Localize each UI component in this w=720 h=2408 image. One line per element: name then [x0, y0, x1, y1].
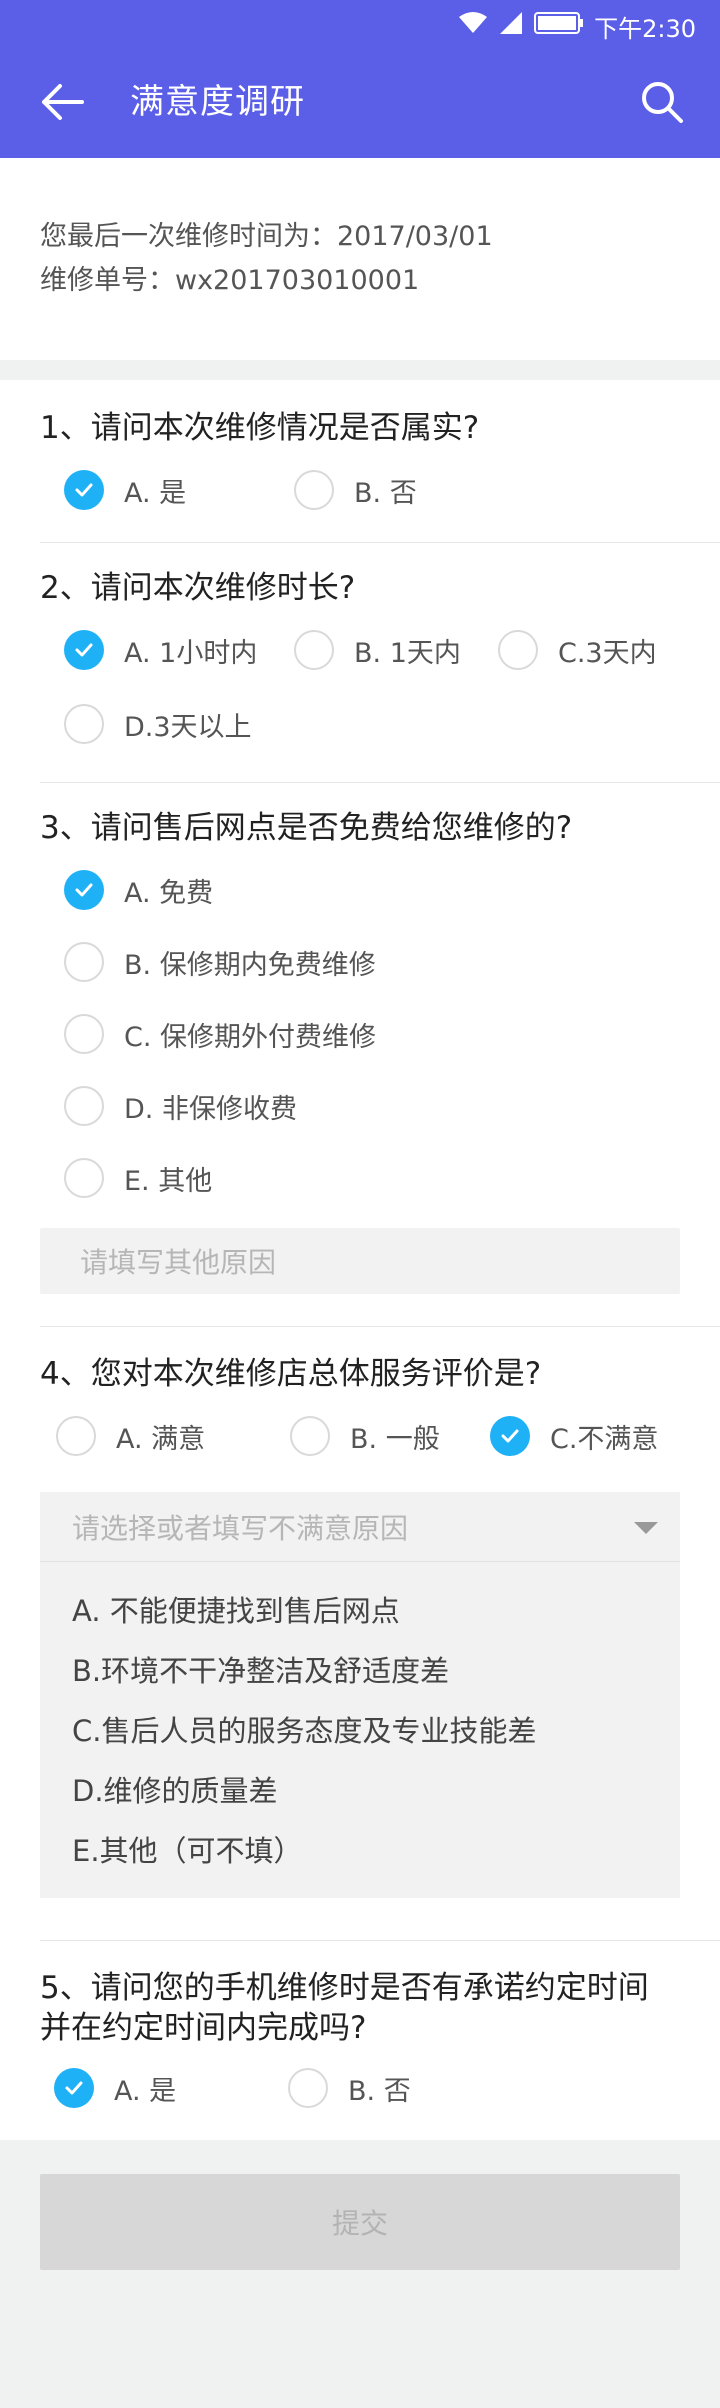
check-icon — [64, 470, 104, 510]
question-1-title: 1、请问本次维修情况是否属实? — [40, 410, 480, 446]
option-label: A. 是 — [114, 2075, 177, 2107]
check-icon — [54, 2068, 94, 2108]
q3-option-d[interactable]: D. 非保修收费 — [64, 1086, 297, 1126]
option-label: B. 保修期内免费维修 — [124, 949, 376, 981]
option-label: B. 1天内 — [354, 637, 461, 669]
option-label: E. 其他 — [124, 1165, 213, 1197]
q5-option-b[interactable]: B. 否 — [288, 2068, 411, 2108]
status-bar: 下午2:30 — [458, 10, 696, 43]
check-icon — [64, 630, 104, 670]
q4-option-b[interactable]: B. 一般 — [290, 1416, 440, 1456]
reason-option-a[interactable]: A. 不能便捷找到售后网点 — [72, 1588, 400, 1630]
option-label: A. 1小时内 — [124, 637, 258, 669]
check-icon — [490, 1416, 530, 1456]
reason-option-e[interactable]: E.其他（可不填） — [72, 1828, 303, 1870]
radio-icon — [294, 470, 334, 510]
q2-option-d[interactable]: D.3天以上 — [64, 704, 252, 744]
check-icon — [64, 870, 104, 910]
option-label: B. 一般 — [350, 1423, 440, 1455]
option-label: B. 否 — [348, 2075, 411, 2107]
radio-icon — [64, 704, 104, 744]
divider — [40, 1940, 720, 1941]
page-title: 满意度调研 — [130, 82, 305, 122]
option-label: D.3天以上 — [124, 711, 252, 743]
divider — [40, 782, 720, 783]
submit-button[interactable]: 提交 — [40, 2174, 680, 2270]
divider — [40, 1326, 720, 1327]
status-time: 下午2:30 — [594, 14, 696, 43]
signal-icon — [498, 10, 524, 42]
dropdown-placeholder: 请选择或者填写不满意原因 — [72, 1511, 409, 1545]
last-repair-time: 您最后一次维修时间为：2017/03/01 — [40, 221, 493, 252]
survey-card: 1、请问本次维修情况是否属实? A. 是 B. 否 2、请问本次维修时长? A.… — [0, 380, 720, 2140]
question-3-title: 3、请问售后网点是否免费给您维修的? — [40, 810, 573, 846]
other-reason-input[interactable]: 请填写其他原因 — [40, 1228, 680, 1294]
radio-icon — [64, 1014, 104, 1054]
repair-order-number: 维修单号：wx201703010001 — [40, 265, 420, 296]
option-label: D. 非保修收费 — [124, 1093, 297, 1125]
question-5-title-line2: 并在约定时间内完成吗? — [40, 2010, 367, 2046]
q1-option-a[interactable]: A. 是 — [64, 470, 186, 510]
radio-icon — [294, 630, 334, 670]
q3-option-b[interactable]: B. 保修期内免费维修 — [64, 942, 376, 982]
q4-option-c[interactable]: C.不满意 — [490, 1416, 658, 1456]
radio-icon — [288, 2068, 328, 2108]
radio-icon — [64, 1086, 104, 1126]
repair-info-card: 您最后一次维修时间为：2017/03/01 维修单号：wx20170301000… — [0, 158, 720, 360]
chevron-down-icon — [634, 1522, 658, 1534]
option-label: A. 是 — [124, 477, 187, 509]
wifi-icon — [458, 11, 488, 41]
option-label: C.3天内 — [558, 637, 657, 669]
option-label: B. 否 — [354, 477, 417, 509]
search-icon[interactable] — [640, 80, 684, 124]
reason-option-b[interactable]: B.环境不干净整洁及舒适度差 — [72, 1648, 449, 1690]
q2-option-b[interactable]: B. 1天内 — [294, 630, 461, 670]
option-label: A. 免费 — [124, 877, 214, 909]
battery-icon — [534, 11, 584, 41]
app-bar: 下午2:30 满意度调研 — [0, 0, 720, 158]
dropdown-header[interactable]: 请选择或者填写不满意原因 — [40, 1492, 680, 1562]
q5-option-a[interactable]: A. 是 — [54, 2068, 176, 2108]
dissatisfaction-reason-dropdown[interactable]: 请选择或者填写不满意原因 A. 不能便捷找到售后网点 B.环境不干净整洁及舒适度… — [40, 1492, 680, 1898]
q3-option-a[interactable]: A. 免费 — [64, 870, 213, 910]
q4-option-a[interactable]: A. 满意 — [56, 1416, 205, 1456]
reason-option-c[interactable]: C.售后人员的服务态度及专业技能差 — [72, 1708, 536, 1750]
q2-option-c[interactable]: C.3天内 — [498, 630, 657, 670]
radio-icon — [56, 1416, 96, 1456]
reason-option-d[interactable]: D.维修的质量差 — [72, 1768, 278, 1810]
back-arrow-icon[interactable] — [40, 82, 86, 122]
question-2-title: 2、请问本次维修时长? — [40, 570, 356, 606]
option-label: C. 保修期外付费维修 — [124, 1021, 377, 1053]
radio-icon — [498, 630, 538, 670]
q3-option-e[interactable]: E. 其他 — [64, 1158, 212, 1198]
option-label: C.不满意 — [550, 1423, 659, 1455]
question-4-title: 4、您对本次维修店总体服务评价是? — [40, 1356, 542, 1392]
q2-option-a[interactable]: A. 1小时内 — [64, 630, 257, 670]
radio-icon — [64, 942, 104, 982]
option-label: A. 满意 — [116, 1423, 206, 1455]
q3-option-c[interactable]: C. 保修期外付费维修 — [64, 1014, 376, 1054]
divider — [40, 542, 720, 543]
q1-option-b[interactable]: B. 否 — [294, 470, 417, 510]
question-5-title-line1: 5、请问您的手机维修时是否有承诺约定时间 — [40, 1970, 649, 2006]
radio-icon — [64, 1158, 104, 1198]
radio-icon — [290, 1416, 330, 1456]
